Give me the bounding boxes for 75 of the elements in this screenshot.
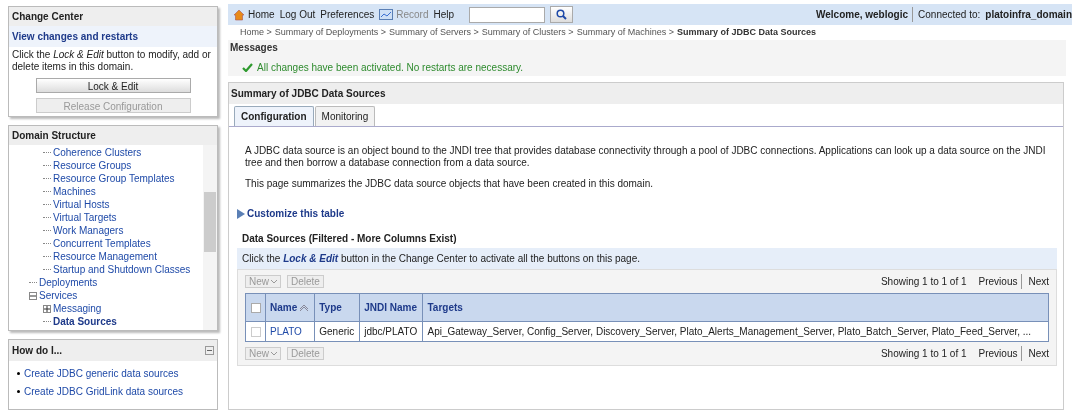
next-link[interactable]: Next bbox=[1028, 346, 1049, 361]
expand-icon[interactable] bbox=[43, 304, 51, 313]
hint-bar: Click the Lock & Edit button in the Change Center to activate all the buttons on this page. bbox=[237, 248, 1057, 269]
description-text: A JDBC data source is an object bound to the JNDI tree that provides database connectivity through a pool of JDBC connections. Applications can look up a data source on the JNDI tree and then borrow a database connection from a data source. bbox=[245, 144, 1047, 170]
tab[interactable]: Monitoring bbox=[314, 105, 376, 126]
tab[interactable]: Configuration bbox=[234, 105, 314, 126]
column-header[interactable]: JNDI Name bbox=[359, 293, 423, 322]
panel-title: Domain Structure bbox=[9, 126, 217, 145]
messages-title: Messages bbox=[230, 40, 279, 55]
checkmark-icon bbox=[242, 62, 253, 72]
search-field[interactable] bbox=[469, 6, 546, 23]
previous-link[interactable]: Previous bbox=[978, 346, 1023, 361]
scrollbar[interactable] bbox=[203, 145, 217, 330]
view-changes-link[interactable]: View changes and restarts bbox=[9, 26, 217, 47]
search-icon bbox=[556, 9, 568, 20]
chart-icon bbox=[379, 9, 394, 20]
column-header[interactable]: Targets bbox=[423, 293, 1049, 322]
domain-name: platoinfra_domain bbox=[985, 8, 1072, 22]
breadcrumb-link[interactable]: Summary of Machines > bbox=[576, 26, 674, 40]
tree-item[interactable]: Messaging bbox=[53, 301, 102, 316]
customize-link[interactable]: Customize this table bbox=[237, 206, 1063, 221]
panel-title: Change Center bbox=[9, 7, 217, 26]
tree-item[interactable]: Resource Group Templates bbox=[53, 171, 175, 186]
breadcrumb-link[interactable]: Summary of Servers > bbox=[389, 26, 479, 40]
select-all-checkbox[interactable] bbox=[250, 303, 261, 314]
tree-item[interactable]: Work Managers bbox=[53, 223, 124, 238]
pagination-text: Showing 1 to 1 of 1 bbox=[880, 275, 967, 289]
table-cell: Api_Gateway_Server, Config_Server, Discovery_Server, Plato_Alerts_Management_Server, Plato_Batch_Server, Plato_Feed_Server, ... bbox=[423, 321, 1049, 342]
panel-title: Summary of JDBC Data Sources bbox=[229, 82, 1063, 104]
tree-item[interactable]: Data Sources bbox=[53, 314, 117, 329]
instructions-text: Click the Lock & Edit button to modify, add or delete items in this domain. bbox=[9, 47, 217, 75]
column-header[interactable]: Name bbox=[265, 293, 315, 322]
tree-item[interactable]: Services bbox=[39, 288, 78, 303]
tree-item[interactable]: Startup and Shutdown Classes bbox=[53, 262, 191, 277]
name-link[interactable]: PLATO bbox=[265, 321, 315, 342]
breadcrumb-link[interactable]: Home > bbox=[240, 26, 272, 40]
sort-icon bbox=[299, 304, 310, 312]
home-icon bbox=[233, 8, 245, 21]
collapse-icon[interactable] bbox=[29, 291, 37, 300]
tree-item[interactable]: Deployments bbox=[39, 275, 98, 290]
tree-item[interactable]: Resource Groups bbox=[53, 158, 132, 173]
table-cell: Generic bbox=[314, 321, 360, 342]
help-link[interactable]: Create JDBC GridLink data sources bbox=[24, 384, 183, 399]
tree-item[interactable]: Machines bbox=[53, 184, 96, 199]
column-header[interactable]: Type bbox=[314, 293, 360, 322]
welcome-text: Welcome, weblogic bbox=[816, 7, 914, 22]
toolbar-link[interactable]: Home bbox=[233, 7, 275, 22]
table-title: Data Sources (Filtered - More Columns Exist) bbox=[242, 232, 458, 246]
table-cell: jdbc/PLATO bbox=[359, 321, 423, 342]
pagination-text: Showing 1 to 1 of 1 bbox=[880, 347, 967, 361]
tree-item[interactable]: Concurrent Templates bbox=[53, 236, 151, 251]
expand-arrow-icon bbox=[237, 208, 245, 219]
help-link[interactable]: Create JDBC generic data sources bbox=[24, 366, 179, 381]
tree-item[interactable]: Virtual Targets bbox=[53, 210, 117, 225]
breadcrumb-current: Summary of JDBC Data Sources bbox=[676, 26, 816, 39]
search-button[interactable] bbox=[550, 6, 574, 23]
panel-button[interactable]: Lock & Edit bbox=[35, 78, 191, 93]
panel-title: How do I... bbox=[12, 344, 62, 358]
tree-item[interactable]: Coherence Clusters bbox=[53, 145, 142, 160]
caret-icon bbox=[271, 351, 277, 356]
previous-link[interactable]: Previous bbox=[978, 274, 1023, 289]
collapse-icon[interactable] bbox=[205, 346, 214, 355]
tree-item[interactable]: Resource Management bbox=[53, 249, 157, 264]
description-text: This page summarizes the JDBC data source objects that have been created in this domain. bbox=[245, 177, 654, 190]
toolbar-link[interactable]: Log Out bbox=[279, 7, 316, 22]
success-message: All changes have been activated. No restarts are necessary. bbox=[257, 60, 524, 75]
toolbar-link[interactable]: Preferences bbox=[320, 7, 375, 22]
caret-icon bbox=[271, 279, 277, 284]
connected-label: Connected to: bbox=[918, 8, 981, 22]
tree-item[interactable]: Virtual Hosts bbox=[53, 197, 110, 212]
breadcrumb-link[interactable]: Summary of Clusters > bbox=[481, 26, 574, 40]
breadcrumb-link[interactable]: Summary of Deployments > bbox=[274, 26, 387, 40]
toolbar-link[interactable]: Help bbox=[433, 7, 455, 22]
next-link[interactable]: Next bbox=[1028, 274, 1049, 289]
row-checkbox[interactable] bbox=[250, 327, 261, 338]
